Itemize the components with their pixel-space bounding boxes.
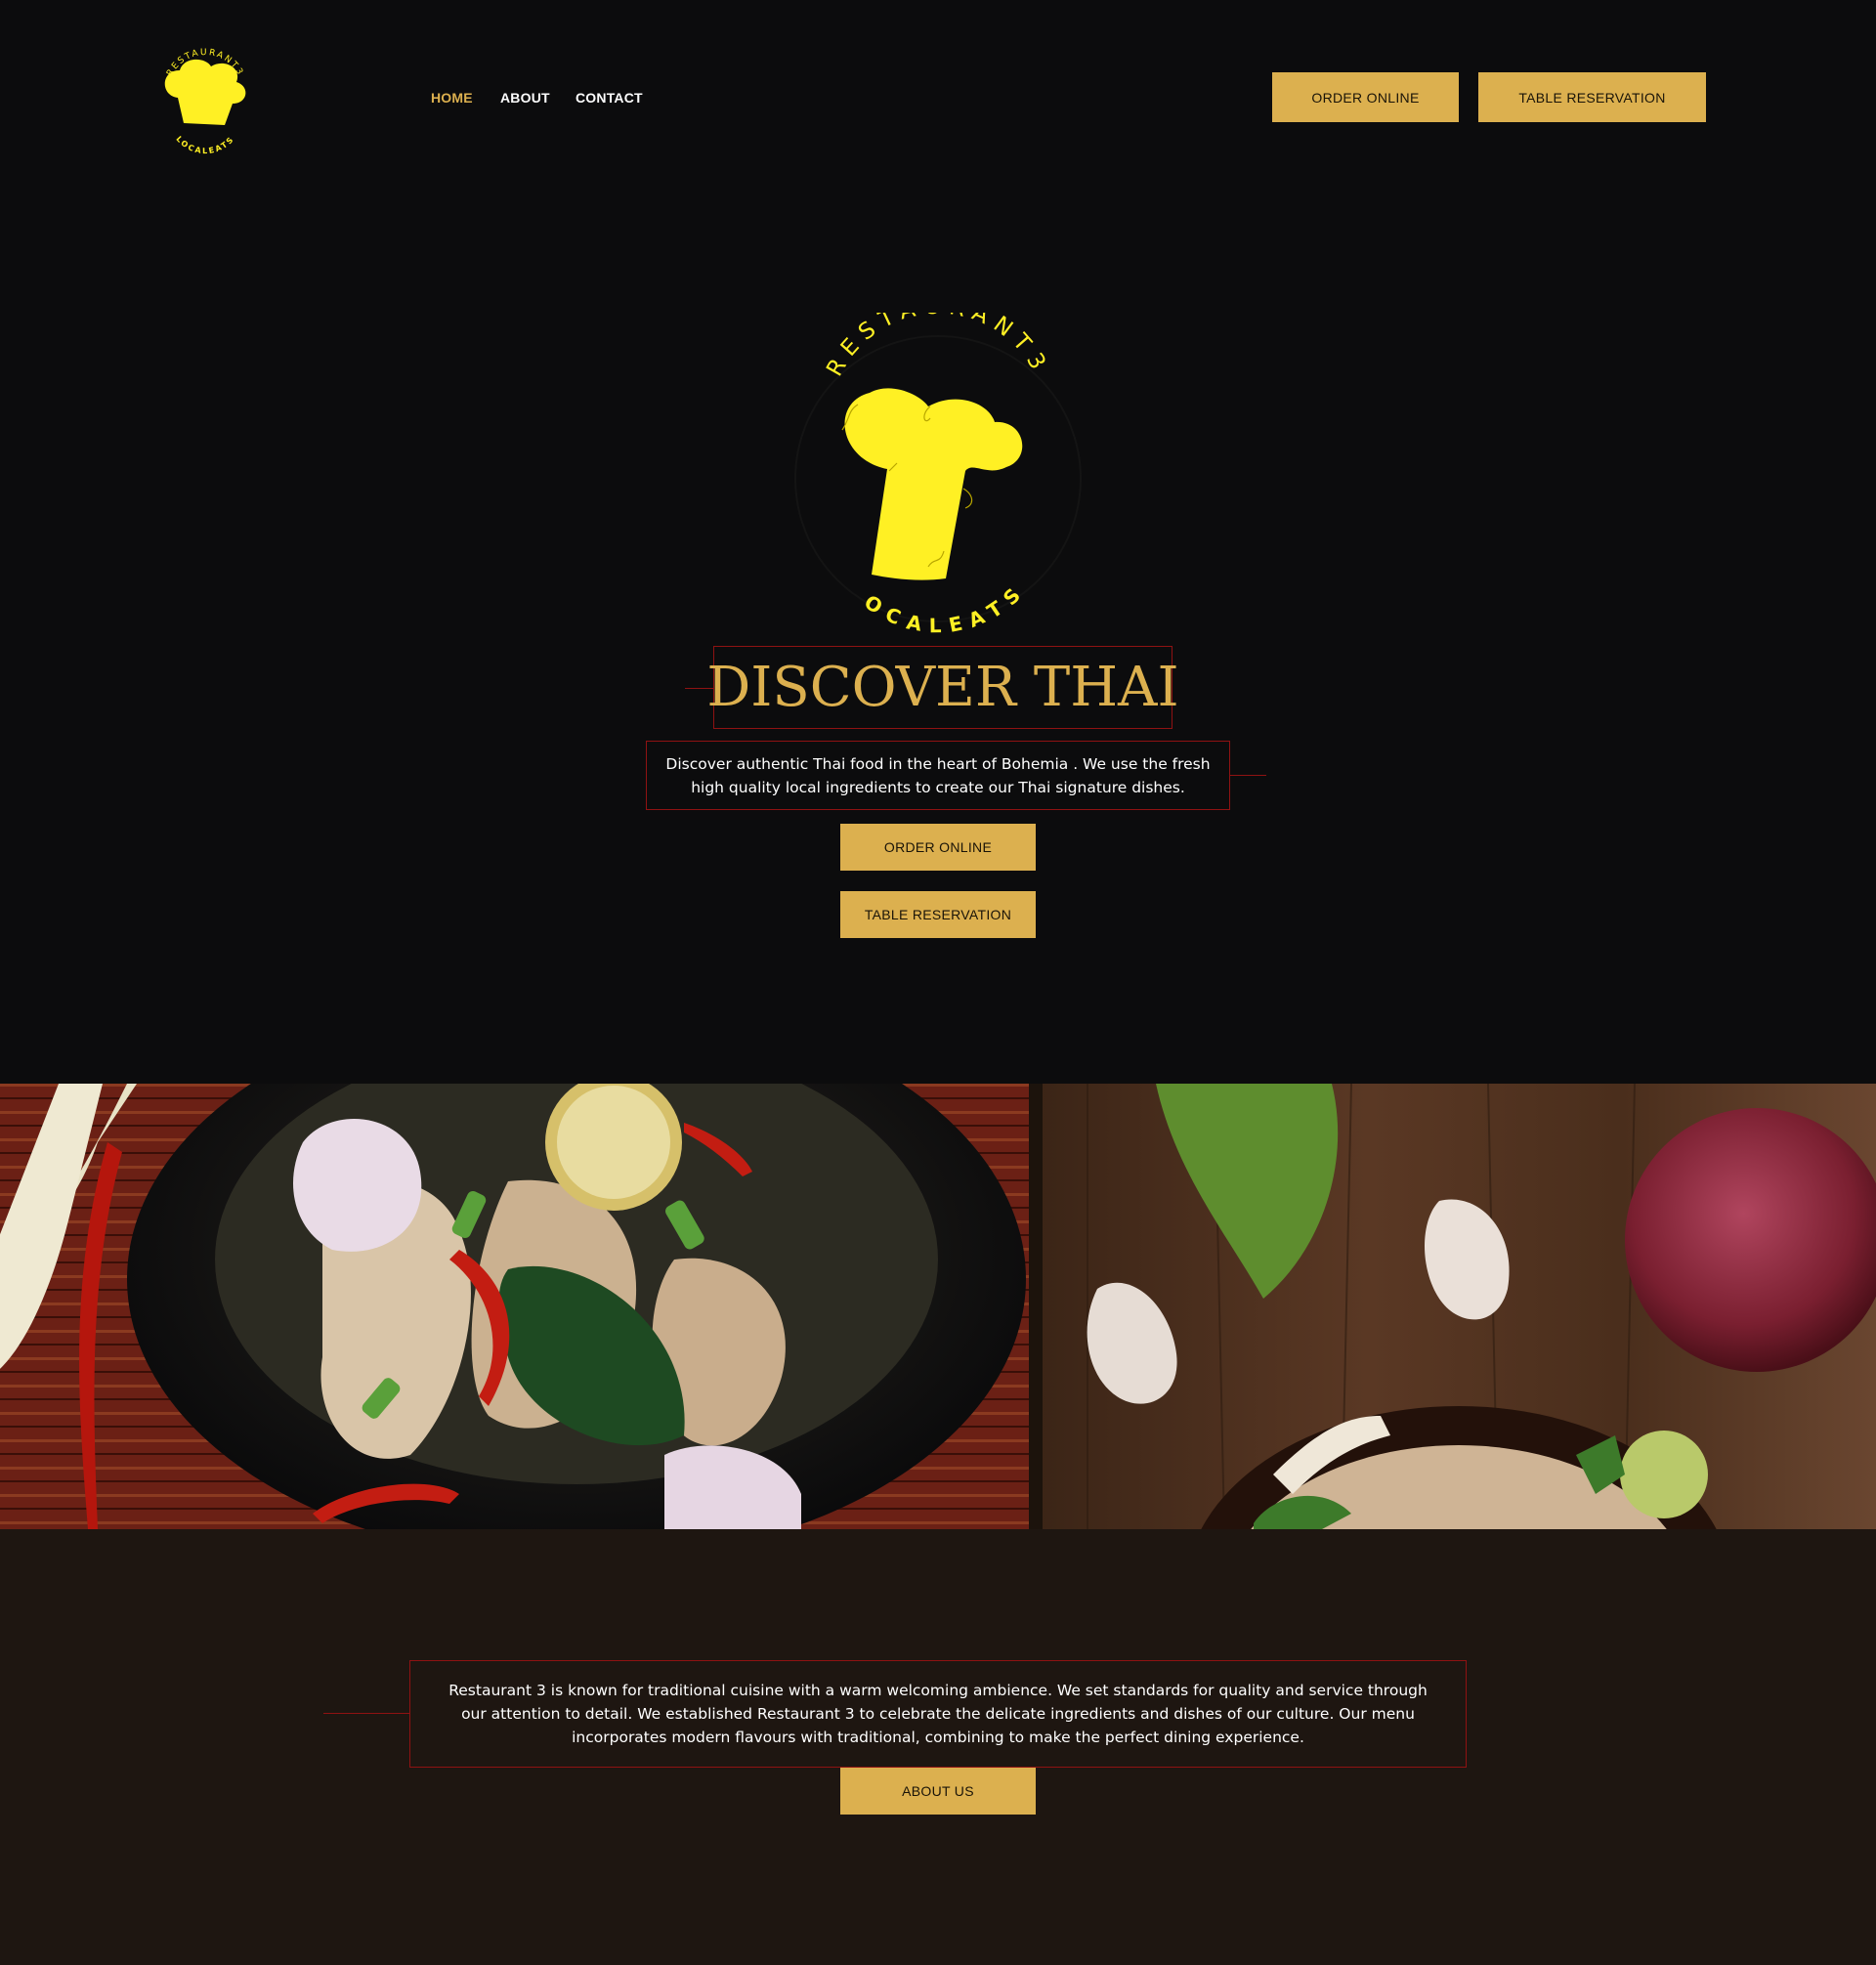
hero-table-reservation-button[interactable]: TABLE RESERVATION — [840, 891, 1036, 938]
thai-fish-dish-image — [0, 1084, 1029, 1529]
hero-logo-arc-top-text: RESTAURANT3 — [822, 313, 1053, 381]
logo-arc-bottom-text: LOCALEATS — [174, 135, 235, 156]
food-image-strip — [0, 1084, 1876, 1529]
about-accent-line — [323, 1713, 409, 1714]
about-text: Restaurant 3 is known for traditional cu… — [448, 1682, 1428, 1746]
hero-description: Discover authentic Thai food in the hear… — [665, 754, 1211, 796]
about-us-button[interactable]: ABOUT US — [840, 1768, 1036, 1815]
header-table-reservation-button[interactable]: TABLE RESERVATION — [1478, 72, 1706, 122]
hero-order-online-button[interactable]: ORDER ONLINE — [840, 824, 1036, 871]
site-header: RESTAURANT3 LOCALEATS HOME ABOUT CONTACT… — [0, 0, 1876, 195]
about-text-box: Restaurant 3 is known for traditional cu… — [409, 1660, 1467, 1768]
hero-logo: RESTAURANT3 LOCALEATS — [782, 313, 1082, 635]
nav-contact[interactable]: CONTACT — [576, 90, 643, 106]
description-accent-line — [1230, 775, 1266, 776]
about-section: Restaurant 3 is known for traditional cu… — [0, 1529, 1876, 1965]
hero-title: DISCOVER THAI — [706, 656, 1179, 719]
hero-chef-hat-icon — [844, 388, 1023, 580]
ingredients-board-image — [1029, 1084, 1876, 1529]
hero-description-box: Discover authentic Thai food in the hear… — [646, 741, 1230, 810]
hero-title-box: DISCOVER THAI — [706, 646, 1179, 729]
header-order-online-button[interactable]: ORDER ONLINE — [1272, 72, 1459, 122]
header-logo[interactable]: RESTAURANT3 LOCALEATS — [154, 31, 256, 160]
nav-about[interactable]: ABOUT — [500, 90, 550, 106]
nav-home[interactable]: HOME — [431, 90, 473, 106]
